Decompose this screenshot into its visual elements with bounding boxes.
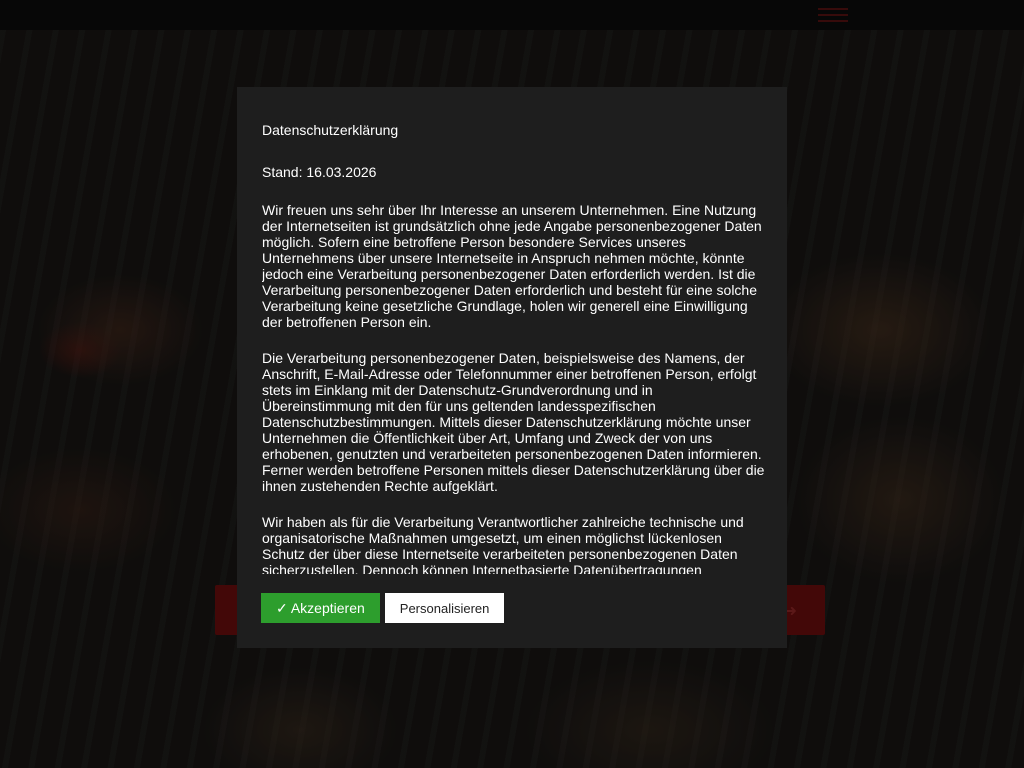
privacy-paragraph: Wir haben als für die Verarbeitung Veran… [262,514,744,574]
consent-actions: ✓ Akzeptieren Personalisieren [261,593,505,623]
personalize-button[interactable]: Personalisieren [384,593,505,623]
privacy-date: Stand: 16.03.2026 [262,164,377,180]
page: ➜ Datenschutzerklärung Stand: 16.03.2026… [0,0,1024,768]
privacy-text-scroll-area[interactable]: Datenschutzerklärung Stand: 16.03.2026 W… [262,119,765,574]
privacy-paragraph: Die Verarbeitung personenbezogener Daten… [262,350,765,494]
privacy-paragraph: Wir freuen uns sehr über Ihr Interesse a… [262,202,762,330]
accept-button[interactable]: ✓ Akzeptieren [261,593,380,623]
privacy-title: Datenschutzerklärung [262,122,399,138]
privacy-consent-dialog: Datenschutzerklärung Stand: 16.03.2026 W… [237,87,787,648]
